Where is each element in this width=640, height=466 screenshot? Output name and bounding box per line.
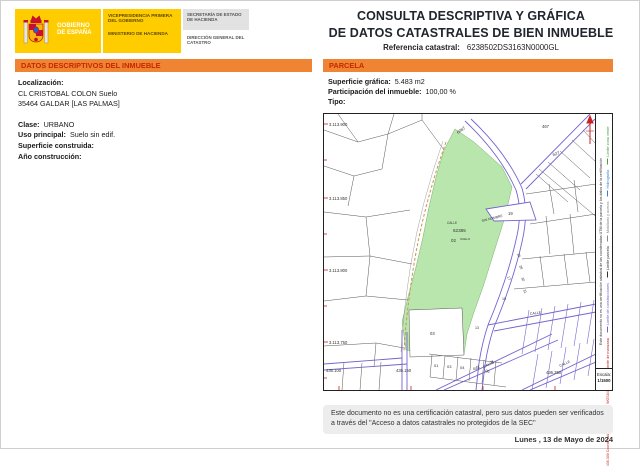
document-page: GOBIERNO DE ESPAÑA VICEPRESIDENCIA PRIME… (0, 0, 640, 466)
reference-value: 6238502DS3163N0000GL (466, 43, 559, 52)
cadastral-map-svg: 3.113.900 3.113.850 3.113.800 3.113.750 … (324, 114, 596, 390)
house-number: 26 (516, 253, 521, 258)
y-coord-label: 3.113.850 (329, 196, 348, 201)
x-coord-label: 436.150 (396, 368, 412, 373)
participacion-value: 100,00 % (425, 86, 456, 96)
y-coord-label: 3.113.750 (329, 340, 348, 345)
datos-descriptivos-panel: Localización: CL CRISTOBAL COLON Suelo 3… (18, 78, 308, 162)
x-coord-label: 436.250 (546, 370, 562, 375)
subject-parcel-number: 62385 (453, 228, 466, 233)
section-bar-datos-descriptivos: DATOS DESCRIPTIVOS DEL INMUEBLE (15, 59, 312, 72)
lot-number: 01 (434, 363, 439, 368)
legend-line-icon (607, 235, 608, 242)
spain-coat-of-arms-icon (21, 12, 51, 55)
y-coord-label: 3.113.900 (329, 122, 348, 127)
secretaria-label: SECRETARÍA DE ESTADO DE HACIENDA (183, 9, 249, 30)
vicepresidencia-label: VICEPRESIDENCIA PRIMERA DEL GOBIERNO (108, 13, 173, 24)
gobierno-line1: GOBIERNO (57, 23, 90, 29)
legend-item: Mobiliario y aceras (605, 201, 610, 242)
participacion-label: Participación del inmueble: (328, 86, 422, 96)
reference-label: Referencia catastral: (383, 43, 460, 52)
subparcel-use: SUELO (460, 237, 471, 241)
legend-entries: 436.300 Coordenadas U.T.M. Huso 28 WGS84… (604, 127, 611, 466)
neighbor-parcel-label: 03 (430, 331, 435, 336)
clase-label: Clase: (18, 119, 40, 129)
legend-line-icon (607, 272, 608, 278)
title-line2: DE DATOS CATASTRALES DE BIEN INMUEBLE (328, 26, 614, 40)
superficie-grafica-value: 5.483 m2 (394, 77, 425, 86)
gobierno-line2: DE ESPAÑA (57, 30, 92, 36)
scale-label: Escala: (596, 372, 612, 377)
anio-row: Año construcción: (18, 152, 308, 163)
north-arrow-icon (586, 114, 594, 144)
legend-line-icon (607, 190, 608, 197)
disclaimer-box: Este documento no es una certificación c… (323, 405, 613, 434)
calle-micro-label: CALLE (447, 221, 457, 225)
title-line1: CONSULTA DESCRIPTIVA Y GRÁFICA (356, 9, 585, 23)
address-line1: CL CRISTOBAL COLON Suelo (18, 88, 118, 98)
scale-value: 1/1500 (597, 377, 611, 383)
document-title: CONSULTA DESCRIPTIVA Y GRÁFICA DE DATOS … (323, 9, 619, 40)
gobierno-banner: GOBIERNO DE ESPAÑA (15, 9, 101, 53)
participacion-row: Participación del inmueble: 100,00 % (328, 87, 613, 97)
legend-line-icon (607, 327, 608, 333)
uso-row: Uso principal: Suelo sin edif. (18, 130, 308, 141)
localizacion-label: Localización: (18, 78, 64, 87)
legend-line-icon (607, 158, 608, 165)
uso-value: Suelo sin edif. (69, 130, 116, 140)
superficie-row: Superficie construida: (18, 141, 308, 152)
neighbor-parcel-label: 467 (542, 124, 550, 129)
legend-item-label: Hidrografía (605, 169, 610, 189)
cadastral-reference: Referencia catastral: 6238502DS3163N0000G… (323, 43, 619, 52)
legend-item: Límite parcela (606, 246, 610, 278)
lot-number: 03 (447, 364, 452, 369)
cadastral-map: 3.113.900 3.113.850 3.113.800 3.113.750 … (323, 113, 613, 466)
uso-label: Uso principal: (18, 130, 66, 140)
house-number: 15 (502, 297, 506, 301)
legend-item: Hidrografía (606, 170, 610, 197)
ministerio-label: MINISTERIO DE HACIENDA (108, 30, 168, 36)
x-coord-label: 436.100 (326, 368, 342, 373)
y-coord-label: 3.113.800 (329, 268, 348, 273)
legend-item-label: Límite de construcciones (605, 283, 610, 325)
parcela-panel: Superficie gráfica: 5.483 m2 Participació… (328, 77, 613, 106)
ministry-banner: VICEPRESIDENCIA PRIMERA DEL GOBIERNO MIN… (103, 9, 181, 53)
superficie-label: Superficie construida: (18, 140, 94, 150)
house-number: 17 (506, 276, 511, 281)
section-bar-parcela: PARCELA (323, 59, 613, 72)
neighbor-parcel-label: 19 (508, 211, 513, 216)
house-number: 31 (522, 289, 527, 294)
house-number: 13 (475, 326, 479, 330)
address-line2: 35464 GALDAR [LAS PALMAS] (18, 99, 120, 109)
legend-side-note: Este documento no es una certificación c… (598, 158, 603, 345)
house-number: 28 (518, 265, 523, 270)
legend-item: Límite de construcciones (606, 283, 610, 333)
lot-number: 04 (460, 365, 465, 370)
street-label: CALLE (483, 360, 496, 369)
legend-item-label: Límite de manzana (605, 338, 610, 371)
clase-row: Clase: URBANO (18, 120, 308, 131)
legend-item-label: Límite zona verde (605, 126, 610, 157)
document-date: Lunes , 13 de Mayo de 2024 (514, 435, 613, 444)
subparcel-number: 02 (451, 238, 456, 243)
superficie-grafica-label: Superficie gráfica: (328, 77, 391, 86)
legend-item-label: Mobiliario y aceras (605, 201, 610, 234)
legend-item-label: Límite parcela (605, 246, 610, 270)
house-number: 30 (520, 277, 525, 282)
map-legend: 436.300 Coordenadas U.T.M. Huso 28 WGS84… (595, 114, 612, 466)
legend-item: Límite zona verde (606, 127, 610, 165)
scale-box: Escala: 1/1500 (596, 368, 612, 390)
tipo-label: Tipo: (328, 96, 346, 106)
gobierno-wordmark: GOBIERNO DE ESPAÑA (57, 23, 92, 37)
clase-value: URBANO (43, 119, 75, 129)
direccion-catastro-label: DIRECCIÓN GENERAL DEL CATASTRO (187, 35, 245, 46)
lot-number: 06 (485, 368, 491, 374)
tipo-row: Tipo: (328, 97, 613, 107)
neighbor-parcel-label: 627 (552, 150, 561, 157)
anio-label: Año construcción: (18, 151, 82, 161)
superficie-grafica-row: Superficie gráfica: 5.483 m2 (328, 77, 613, 87)
